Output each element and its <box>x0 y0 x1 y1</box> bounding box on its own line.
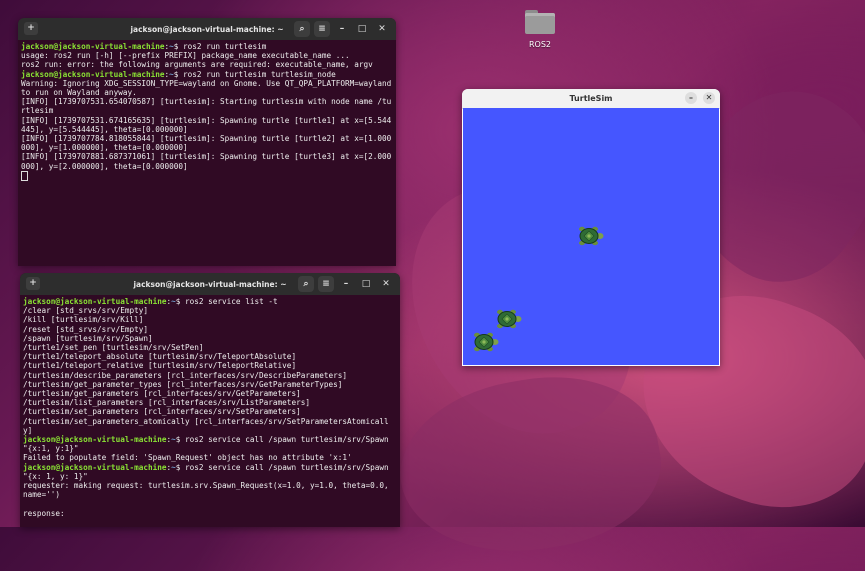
desktop-folder-label: ROS2 <box>528 40 552 49</box>
prompt-command: $ ros2 service list -t <box>175 297 278 306</box>
search-icon[interactable]: ⌕ <box>298 276 314 292</box>
output-line: /clear [std_srvs/srv/Empty] <box>23 306 148 316</box>
turtlesim-titlebar[interactable]: TurtleSim – ✕ <box>462 89 720 109</box>
output-line: /turtlesim/set_parameters [rcl_interface… <box>23 407 301 417</box>
output-line: /turtle1/set_pen [turtlesim/srv/SetPen] <box>23 343 204 353</box>
prompt-user: jackson@jackson-virtual-machine <box>21 69 165 79</box>
desktop-folder-ros2[interactable]: ROS2 <box>518 10 562 49</box>
output-line: [INFO] [1739707531.654070587] [turtlesim… <box>21 97 392 116</box>
folder-icon <box>525 10 555 34</box>
hamburger-menu-icon[interactable]: ≡ <box>318 276 334 292</box>
terminal-window-2[interactable]: + jackson@jackson-virtual-machine: ~ ⌕ ≡… <box>20 273 400 527</box>
output-line: response: <box>23 508 65 518</box>
turtlesim-window[interactable]: TurtleSim – ✕ <box>462 89 720 366</box>
output-line: /turtlesim/get_parameters [rcl_interface… <box>23 389 301 399</box>
new-tab-icon[interactable]: + <box>24 22 38 35</box>
output-line: /turtle1/teleport_absolute [turtlesim/sr… <box>23 352 297 362</box>
prompt-user: jackson@jackson-virtual-machine <box>23 297 167 306</box>
turtle-turtle1 <box>579 227 604 246</box>
maximize-icon[interactable]: □ <box>358 276 374 292</box>
prompt-line: jackson@jackson-virtual-machine:~$ ros2 … <box>21 70 393 79</box>
prompt-command: $ ros2 run turtlesim turtlesim_node <box>173 69 336 79</box>
output-line: /turtlesim/get_parameter_types [rcl_inte… <box>23 379 343 389</box>
prompt-user: jackson@jackson-virtual-machine <box>23 435 167 445</box>
output-line: /turtlesim/list_parameters [rcl_interfac… <box>23 398 310 408</box>
output-line: usage: ros2 run [-h] [--prefix PREFIX] p… <box>21 51 350 61</box>
maximize-icon[interactable]: □ <box>354 21 370 37</box>
prompt-line: jackson@jackson-virtual-machine:~$ ros2 … <box>23 297 397 306</box>
output-line: ros2 run: error: the following arguments… <box>21 60 373 70</box>
output-line: /turtlesim/describe_parameters [rcl_inte… <box>23 370 347 380</box>
terminal-output[interactable]: jackson@jackson-virtual-machine:~$ ros2 … <box>18 40 396 184</box>
turtle-turtle3 <box>497 309 522 328</box>
prompt-user: jackson@jackson-virtual-machine <box>21 42 165 51</box>
output-line: /kill [turtlesim/srv/Kill] <box>23 315 144 325</box>
terminal-title: jackson@jackson-virtual-machine: ~ <box>133 279 287 289</box>
terminal-titlebar[interactable]: + jackson@jackson-virtual-machine: ~ ⌕ ≡… <box>20 273 400 295</box>
prompt-user: jackson@jackson-virtual-machine <box>23 462 167 472</box>
wallpaper-petal <box>387 358 673 571</box>
terminal-title: jackson@jackson-virtual-machine: ~ <box>130 24 284 34</box>
output-line: [INFO] [1739707784.818055844] [turtlesim… <box>21 134 392 153</box>
close-icon[interactable]: ✕ <box>378 276 394 292</box>
output-line: [INFO] [1739707881.687371061] [turtlesim… <box>21 152 392 171</box>
output-line: /reset [std_srvs/srv/Empty] <box>23 324 148 334</box>
output-line: /turtlesim/set_parameters_atomically [rc… <box>23 416 389 435</box>
output-line: Warning: Ignoring XDG_SESSION_TYPE=wayla… <box>21 78 396 98</box>
output-line: requester: making request: turtlesim.srv… <box>23 481 394 500</box>
output-line: [INFO] [1739707531.674165635] [turtlesim… <box>21 115 392 134</box>
minimize-icon[interactable]: – <box>685 92 697 104</box>
turtlesim-title: TurtleSim <box>569 94 613 103</box>
minimize-icon[interactable]: – <box>338 276 354 292</box>
close-icon[interactable]: ✕ <box>703 92 715 104</box>
terminal-output[interactable]: jackson@jackson-virtual-machine:~$ ros2 … <box>20 295 400 520</box>
text-cursor <box>21 170 28 181</box>
prompt-line: jackson@jackson-virtual-machine:~$ ros2 … <box>21 42 393 51</box>
new-tab-icon[interactable]: + <box>26 277 40 290</box>
output-line: /turtle1/teleport_relative [turtlesim/sr… <box>23 361 297 371</box>
output-line: Failed to populate field: 'Spawn_Request… <box>23 453 352 463</box>
minimize-icon[interactable]: – <box>334 21 350 37</box>
turtle-turtle2 <box>474 332 499 352</box>
terminal-titlebar[interactable]: + jackson@jackson-virtual-machine: ~ ⌕ ≡… <box>18 18 396 40</box>
prompt-line: jackson@jackson-virtual-machine:~$ ros2 … <box>23 463 397 481</box>
close-icon[interactable]: ✕ <box>374 21 390 37</box>
output-line: /spawn [turtlesim/srv/Spawn] <box>23 333 153 343</box>
search-icon[interactable]: ⌕ <box>294 21 310 37</box>
prompt-command: $ ros2 run turtlesim <box>173 42 267 51</box>
terminal-window-1[interactable]: + jackson@jackson-virtual-machine: ~ ⌕ ≡… <box>18 18 396 266</box>
prompt-line: jackson@jackson-virtual-machine:~$ ros2 … <box>23 435 397 453</box>
turtlesim-canvas <box>463 108 719 365</box>
hamburger-menu-icon[interactable]: ≡ <box>314 21 330 37</box>
